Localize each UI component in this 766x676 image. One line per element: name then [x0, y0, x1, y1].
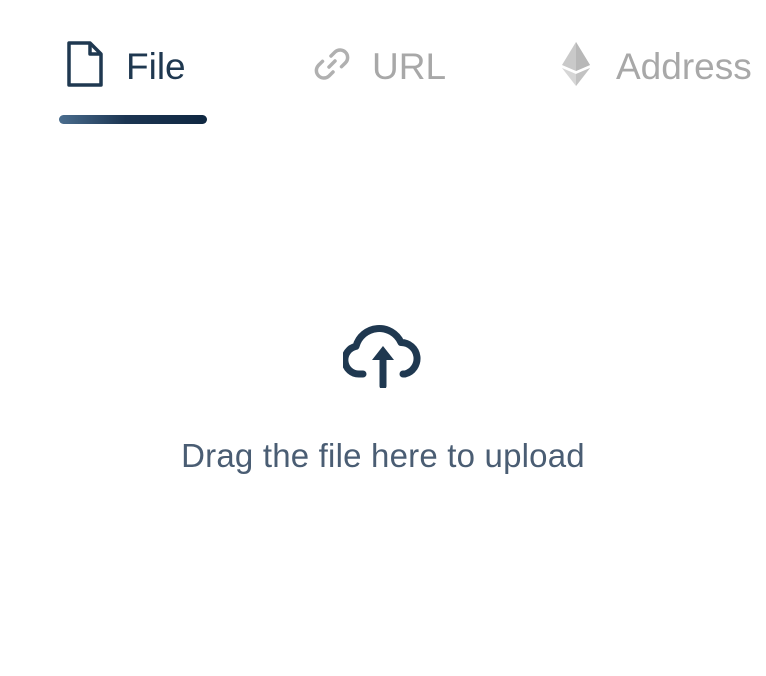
upload-panel: File URL Address Drag the file here to u…	[0, 0, 766, 676]
tab-address[interactable]: Address	[560, 40, 752, 92]
file-icon	[66, 40, 104, 93]
cloud-upload-icon	[341, 300, 423, 393]
tab-file[interactable]: File	[66, 40, 186, 92]
ethereum-icon	[560, 41, 592, 92]
dropzone-hint: Drag the file here to upload	[181, 437, 585, 474]
tab-url-label: URL	[372, 45, 447, 87]
tab-file-label: File	[126, 45, 186, 87]
tab-url[interactable]: URL	[312, 40, 446, 92]
active-tab-indicator	[59, 115, 207, 124]
link-icon	[312, 44, 352, 89]
tab-address-label: Address	[616, 45, 752, 87]
file-dropzone[interactable]: Drag the file here to upload	[0, 300, 766, 500]
tab-bar: File URL Address	[0, 0, 766, 130]
